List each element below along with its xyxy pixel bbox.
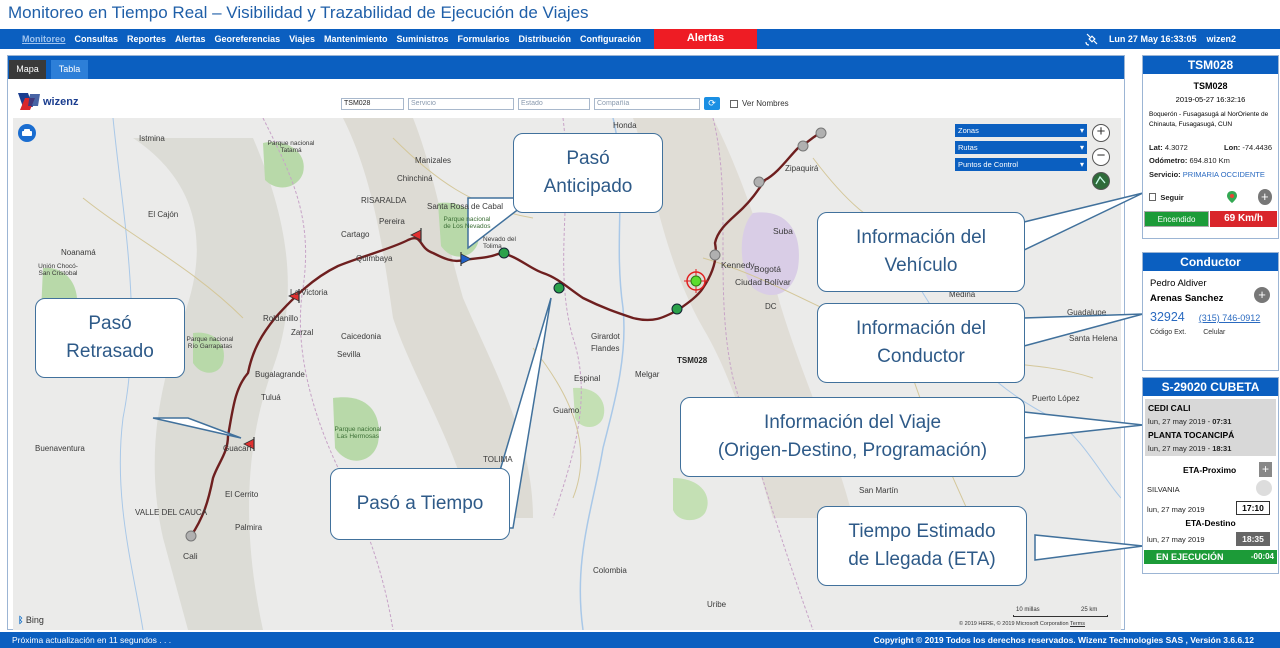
eta-expand-button[interactable]: + [1259,462,1272,477]
dest-eta-date: lun, 27 may 2019 [1147,535,1205,544]
footer-refresh-status: Próxima actualización en 11 segundos . .… [12,635,172,645]
trip-panel: S-29020 CUBETA CEDI CALI lun, 27 may 201… [1142,377,1279,574]
engine-status: Encendido [1144,211,1210,227]
trip-status: EN EJECUCIÓN [1144,550,1241,564]
dest-eta-row: lun, 27 may 2019 18:35 [1143,531,1278,548]
next-eta-time: 17:10 [1236,501,1270,515]
driver-panel-header: Conductor [1143,253,1278,271]
driver-contact-labels: Código Ext. Celular [1150,329,1278,336]
vehicle-address: Boquerón - Fusagasugá al NorOriente de C… [1149,111,1269,128]
vehicle-odometer: Odómetro: 694.810 Km [1149,156,1272,165]
trip-origin: CEDI CALI [1148,403,1191,413]
phone-label: Celular [1203,329,1226,336]
vehicle-speed: 69 Km/h [1210,211,1277,227]
servicio-link[interactable]: PRIMARIA OCCIDENTE [1183,170,1265,179]
trip-origin-dest: CEDI CALI lun, 27 may 2019 - 07:31 PLANT… [1145,399,1276,456]
vehicle-more-button[interactable]: + [1257,189,1272,205]
servicio-label: Servicio: [1149,170,1181,179]
eta-dest-label: ETA-Destino [1185,518,1236,528]
odometro-value: 694.810 Km [1189,156,1230,165]
google-maps-icon[interactable] [1226,190,1238,204]
footer-bar: Próxima actualización en 11 segundos . .… [0,632,1280,648]
origin-time: 07:31 [1212,417,1232,426]
code-label: Código Ext. [1150,329,1187,336]
seguir-checkbox[interactable] [1149,193,1157,201]
next-eta-date: lun, 27 may 2019 [1147,505,1205,514]
route-icon[interactable] [1256,480,1272,496]
trip-delay: -00:04 [1241,550,1277,564]
trip-status-row: EN EJECUCIÓN -00:04 [1144,550,1277,564]
dest-time: 18:31 [1212,444,1232,453]
plus-icon: + [1261,189,1269,204]
lon-value: -74.4436 [1242,143,1272,152]
callout-viaje-line2: (Origen-Destino, Programación) [717,440,988,461]
vehicle-lat: Lat: 4.3072 [1149,143,1188,152]
lat-value: 4.3072 [1164,143,1188,152]
callout-conductor: Información del Conductor [817,303,1025,383]
callout-eta: Tiempo Estimado de Llegada (ETA) [817,506,1027,586]
trip-origin-schedule: lun, 27 may 2019 - 07:31 [1148,417,1273,426]
dest-date: lun, 27 may 2019 - [1148,444,1211,453]
driver-panel: Conductor Pedro Aldiver Arenas Sanchez +… [1142,252,1279,371]
next-point-row: SILVANIA [1143,480,1278,498]
vehicle-lon: Lon: -74.4436 [1224,143,1272,152]
vehicle-actions: Seguir + [1149,189,1272,205]
trip-dest-schedule: lun, 27 may 2019 - 18:31 [1148,444,1273,453]
vehicle-timestamp: 2019-05-27 16:32:16 [1175,95,1246,104]
next-eta-row: lun, 27 may 2019 17:10 [1143,500,1278,518]
origin-date: lun, 27 may 2019 - [1148,417,1211,426]
callout-viaje: Información del Viaje (Origen-Destino, P… [680,397,1025,477]
eta-next-label: ETA-Proximo [1183,465,1237,475]
vehicle-service: Servicio: PRIMARIA OCCIDENTE [1149,170,1272,179]
vehicle-panel-header: TSM028 [1143,56,1278,74]
callout-conductor-text: Información del Conductor [856,318,986,367]
trip-panel-header: S-29020 CUBETA [1143,378,1278,396]
vehicle-id: TSM028 [1193,81,1228,91]
plus-icon: + [1261,462,1269,476]
callout-eta-line1: Tiempo Estimado [848,521,996,542]
trip-destination: PLANTA TOCANCIPÁ [1148,430,1235,440]
driver-contact: 32924 (315) 746-0912 [1150,310,1278,324]
footer-copyright: Copyright © 2019 Todos los derechos rese… [873,635,1254,645]
lon-label: Lon: [1224,143,1241,152]
next-point-name: SILVANIA [1147,485,1180,494]
driver-phone[interactable]: (315) 746-0912 [1199,313,1261,323]
driver-code: 32924 [1150,310,1185,324]
plus-icon: + [1258,287,1266,302]
vehicle-coords: Lat: 4.3072 Lon: -74.4436 [1149,143,1272,152]
vehicle-status-row: Encendido 69 Km/h [1144,211,1277,227]
seguir-label: Seguir [1160,192,1184,202]
vehicle-panel: TSM028 TSM028 2019-05-27 16:32:16 Boquer… [1142,55,1279,239]
eta-next-header: ETA-Proximo + [1143,462,1278,480]
dest-eta-time: 18:35 [1236,532,1270,546]
side-callout-pointers [1023,192,1144,561]
callout-vehiculo: Información del Vehículo [817,212,1025,292]
callout-eta-line2: de Llegada (ETA) [848,549,996,570]
lat-label: Lat: [1149,143,1163,152]
odometro-label: Odómetro: [1149,156,1188,165]
callout-viaje-line1: Información del Viaje [763,412,942,433]
callout-vehiculo-text: Información del Vehículo [856,227,986,276]
driver-more-button[interactable]: + [1254,287,1270,303]
